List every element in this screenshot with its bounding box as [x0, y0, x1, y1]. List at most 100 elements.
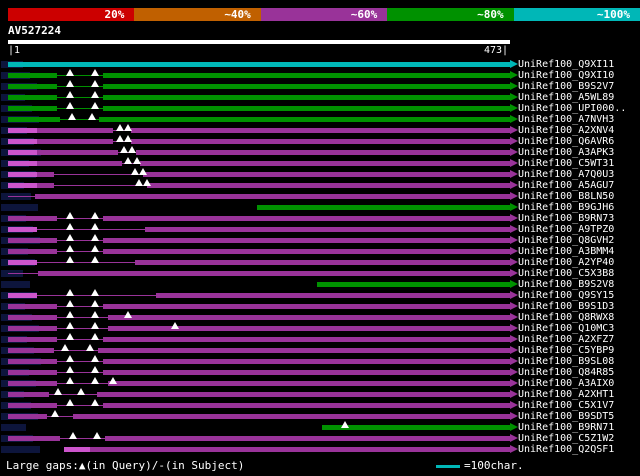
alignment-bar-segment[interactable] — [317, 282, 510, 287]
alignment-bar-segment[interactable] — [56, 328, 108, 329]
alignment-row[interactable]: UniRef100_B9SDT5 — [0, 410, 640, 422]
alignment-bar-segment[interactable] — [147, 183, 510, 188]
hit-label[interactable]: UniRef100_A2XFZ7 — [518, 334, 614, 345]
alignment-bar-segment[interactable] — [8, 139, 37, 144]
hit-label[interactable]: UniRef100_B9S2V8 — [518, 279, 614, 290]
alignment-bar-segment[interactable] — [8, 227, 37, 232]
alignment-bar-segment[interactable] — [102, 337, 510, 342]
alignment-bar-segment[interactable] — [8, 403, 57, 408]
alignment-bar-segment[interactable] — [102, 359, 510, 364]
alignment-row[interactable]: UniRef100_C5WT31 — [0, 157, 640, 169]
alignment-bar-segment[interactable] — [36, 183, 54, 188]
alignment-bar-segment[interactable] — [8, 381, 57, 386]
alignment-bar-segment[interactable] — [8, 304, 57, 309]
alignment-bar-segment[interactable] — [36, 139, 114, 144]
hit-label[interactable]: UniRef100_C5Z1W2 — [518, 433, 614, 444]
hit-label[interactable]: UniRef100_B9SL08 — [518, 356, 614, 367]
hit-label[interactable]: UniRef100_Q8GVH2 — [518, 235, 614, 246]
hit-label[interactable]: UniRef100_Q2QSF1 — [518, 444, 614, 455]
hit-label[interactable]: UniRef100_A2XNV4 — [518, 125, 614, 136]
alignment-bar-segment[interactable] — [8, 84, 57, 89]
alignment-row[interactable]: UniRef100_C5Z1W2 — [0, 432, 640, 444]
hit-label[interactable]: UniRef100_B9RN71 — [518, 422, 614, 433]
alignment-bar-segment[interactable] — [8, 238, 57, 243]
alignment-bar-segment[interactable] — [8, 161, 37, 166]
alignment-row[interactable]: UniRef100_A7NVH3 — [0, 113, 640, 125]
alignment-bar-segment[interactable] — [8, 436, 61, 441]
alignment-bar-segment[interactable] — [102, 249, 510, 254]
alignment-bar-segment[interactable] — [8, 216, 57, 221]
hit-label[interactable]: UniRef100_B9S1D3 — [518, 301, 614, 312]
alignment-bar-segment[interactable] — [36, 128, 114, 133]
alignment-bar-segment[interactable] — [143, 172, 510, 177]
hit-label[interactable]: UniRef100_Q10MC3 — [518, 323, 614, 334]
hit-label[interactable]: UniRef100_Q8RWX8 — [518, 312, 614, 323]
hit-label[interactable]: UniRef100_A2YP40 — [518, 257, 614, 268]
hit-label[interactable]: UniRef100_A5WL89 — [518, 92, 614, 103]
hit-label[interactable]: UniRef100_B9SDT5 — [518, 411, 614, 422]
alignment-bar-segment[interactable] — [102, 84, 510, 89]
alignment-bar-segment[interactable] — [8, 73, 57, 78]
hit-label[interactable]: UniRef100_Q6AVR6 — [518, 136, 614, 147]
alignment-bar-segment[interactable] — [8, 315, 57, 320]
alignment-row[interactable]: UniRef100_C5X1V7 — [0, 399, 640, 411]
alignment-row[interactable]: UniRef100_A3AIX0 — [0, 377, 640, 389]
hit-label[interactable]: UniRef100_UPI000.. — [518, 103, 626, 114]
alignment-bar-segment[interactable] — [102, 73, 510, 78]
alignment-bar-segment[interactable] — [102, 304, 510, 309]
alignment-bar-segment[interactable] — [99, 117, 510, 122]
hit-label[interactable]: UniRef100_A7NVH3 — [518, 114, 614, 125]
alignment-bar-segment[interactable] — [321, 425, 510, 430]
alignment-bar-segment[interactable] — [102, 216, 510, 221]
alignment-bar-segment[interactable] — [56, 317, 108, 318]
alignment-bar-segment[interactable] — [56, 383, 108, 384]
hit-label[interactable]: UniRef100_C5X3B8 — [518, 268, 614, 279]
alignment-row[interactable]: UniRef100_A7Q0U3 — [0, 168, 640, 180]
hit-label[interactable]: UniRef100_B9GJH6 — [518, 202, 614, 213]
alignment-bar-segment[interactable] — [8, 326, 57, 331]
alignment-bar-segment[interactable] — [134, 260, 510, 265]
alignment-bar-segment[interactable] — [36, 262, 135, 263]
alignment-row[interactable]: UniRef100_C5X3B8 — [0, 268, 640, 279]
alignment-bar-segment[interactable] — [8, 337, 57, 342]
alignment-bar-segment[interactable] — [107, 326, 510, 331]
alignment-bar-segment[interactable] — [131, 139, 510, 144]
alignment-bar-segment[interactable] — [256, 205, 510, 210]
hit-label[interactable]: UniRef100_Q9XI11 — [518, 59, 614, 70]
alignment-row[interactable]: UniRef100_A3APK3 — [0, 146, 640, 158]
alignment-bar-segment[interactable] — [36, 172, 54, 177]
alignment-row[interactable]: UniRef100_Q2QSF1 — [0, 444, 640, 455]
hit-label[interactable]: UniRef100_B9S2V7 — [518, 81, 614, 92]
alignment-bar-segment[interactable] — [8, 293, 37, 298]
alignment-bar-segment[interactable] — [8, 128, 37, 133]
hit-label[interactable]: UniRef100_A2XHT1 — [518, 389, 614, 400]
alignment-bar-segment[interactable] — [8, 62, 510, 67]
alignment-bar-segment[interactable] — [139, 161, 510, 166]
alignment-bar-segment[interactable] — [8, 249, 57, 254]
alignment-row[interactable]: UniRef100_Q6AVR6 — [0, 135, 640, 147]
hit-label[interactable]: UniRef100_Q9SY15 — [518, 290, 614, 301]
alignment-bar-segment[interactable] — [104, 436, 510, 441]
alignment-bar-segment[interactable] — [53, 185, 148, 186]
hit-label[interactable]: UniRef100_B9RN73 — [518, 213, 614, 224]
alignment-bar-segment[interactable] — [8, 359, 57, 364]
hit-label[interactable]: UniRef100_Q84R85 — [518, 367, 614, 378]
hit-label[interactable]: UniRef100_A3BMM4 — [518, 246, 614, 257]
alignment-bar-segment[interactable] — [8, 117, 61, 122]
alignment-bar-segment[interactable] — [102, 95, 510, 100]
alignment-row[interactable]: UniRef100_A2YP40 — [0, 256, 640, 268]
alignment-bar-segment[interactable] — [64, 447, 90, 452]
alignment-bar-segment[interactable] — [155, 293, 510, 298]
alignment-bar-segment[interactable] — [97, 392, 510, 397]
alignment-bar-segment[interactable] — [8, 392, 50, 397]
alignment-row[interactable]: UniRef100_A2XFZ7 — [0, 333, 640, 345]
hit-label[interactable]: UniRef100_C5YBP9 — [518, 345, 614, 356]
alignment-bar-segment[interactable] — [102, 370, 510, 375]
alignment-bar-segment[interactable] — [8, 95, 57, 100]
alignment-bar-segment[interactable] — [8, 370, 57, 375]
alignment-bar-segment[interactable] — [107, 381, 510, 386]
alignment-bar-segment[interactable] — [145, 227, 510, 232]
hit-label[interactable]: UniRef100_A9TPZ0 — [518, 224, 614, 235]
alignment-bar-segment[interactable] — [36, 161, 122, 166]
alignment-bar-segment[interactable] — [102, 238, 510, 243]
